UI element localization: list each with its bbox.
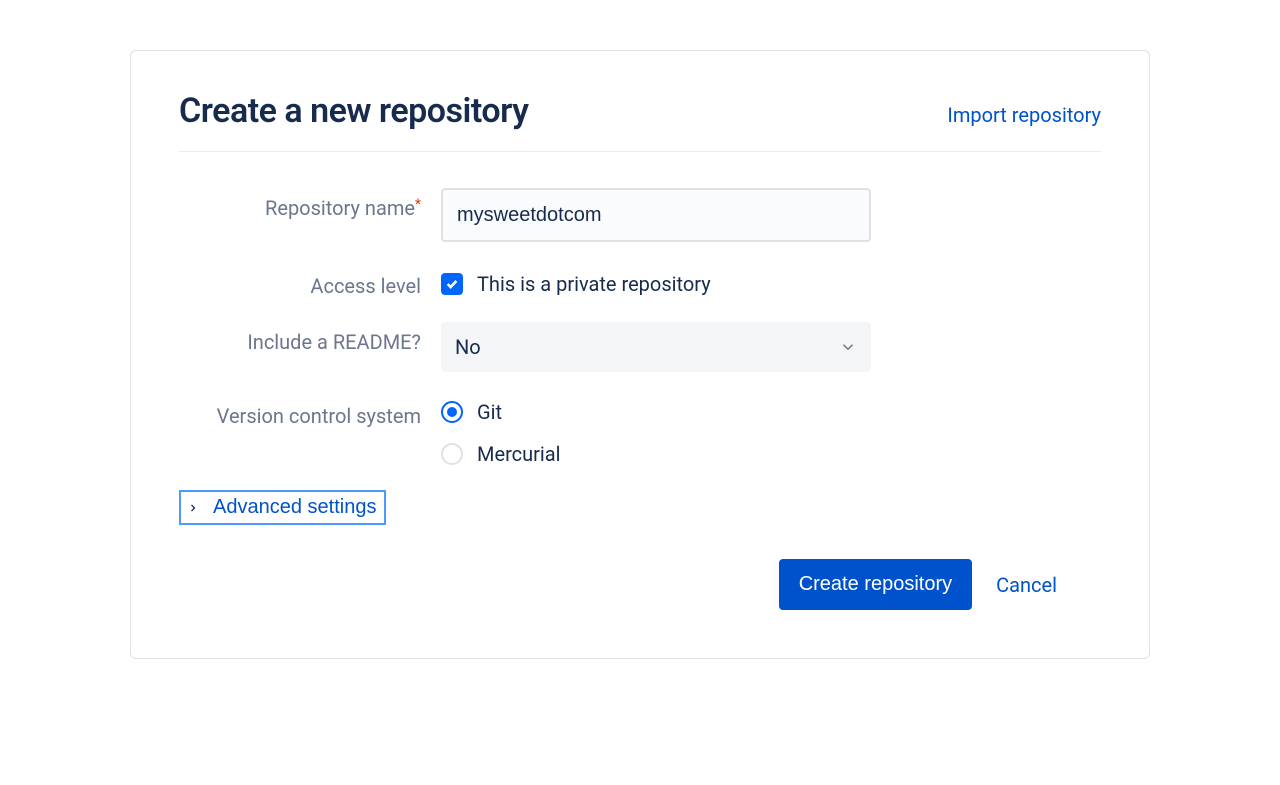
radio-icon-unchecked	[441, 443, 463, 465]
vcs-radio-group: Git Mercurial	[441, 396, 871, 466]
chevron-right-icon	[187, 502, 199, 514]
vcs-radio-mercurial[interactable]: Mercurial	[441, 442, 871, 466]
readme-label: Include a README?	[247, 330, 421, 354]
access-level-label-col: Access level	[179, 266, 441, 298]
repo-name-control-col	[441, 188, 871, 242]
readme-selected-value: No	[455, 335, 481, 359]
readme-select[interactable]: No	[441, 322, 871, 372]
vcs-row: Version control system Git Mercurial	[179, 396, 1101, 466]
access-level-label: Access level	[310, 274, 421, 298]
vcs-radio-git[interactable]: Git	[441, 400, 871, 424]
vcs-control-col: Git Mercurial	[441, 396, 871, 466]
private-checkbox[interactable]	[441, 273, 463, 295]
repo-name-label: Repository name	[265, 196, 415, 220]
import-repository-link[interactable]: Import repository	[947, 103, 1101, 127]
create-repository-button[interactable]: Create repository	[779, 559, 972, 610]
vcs-mercurial-label: Mercurial	[477, 442, 561, 466]
actions-row: Create repository Cancel	[179, 559, 1057, 610]
chevron-down-icon	[839, 338, 857, 356]
repo-name-row: Repository name*	[179, 188, 1101, 242]
advanced-settings-label: Advanced settings	[213, 496, 376, 519]
readme-label-col: Include a README?	[179, 322, 441, 354]
check-icon	[445, 277, 459, 291]
private-checkbox-label: This is a private repository	[477, 272, 711, 296]
header-row: Create a new repository Import repositor…	[179, 91, 1101, 152]
vcs-label: Version control system	[217, 404, 421, 428]
radio-icon-checked	[441, 401, 463, 423]
page-title: Create a new repository	[179, 91, 528, 131]
repo-name-input[interactable]	[441, 188, 871, 242]
advanced-settings-toggle[interactable]: Advanced settings	[179, 490, 386, 525]
private-checkbox-row: This is a private repository	[441, 266, 871, 296]
required-indicator: *	[415, 197, 421, 213]
access-level-control-col: This is a private repository	[441, 266, 871, 296]
readme-row: Include a README? No	[179, 322, 1101, 372]
vcs-label-col: Version control system	[179, 396, 441, 428]
readme-control-col: No	[441, 322, 871, 372]
advanced-settings-row: Advanced settings	[179, 490, 1101, 525]
access-level-row: Access level This is a private repositor…	[179, 266, 1101, 298]
create-repo-card: Create a new repository Import repositor…	[130, 50, 1150, 659]
repo-name-label-col: Repository name*	[179, 188, 441, 220]
vcs-git-label: Git	[477, 400, 502, 424]
cancel-link[interactable]: Cancel	[996, 573, 1057, 597]
